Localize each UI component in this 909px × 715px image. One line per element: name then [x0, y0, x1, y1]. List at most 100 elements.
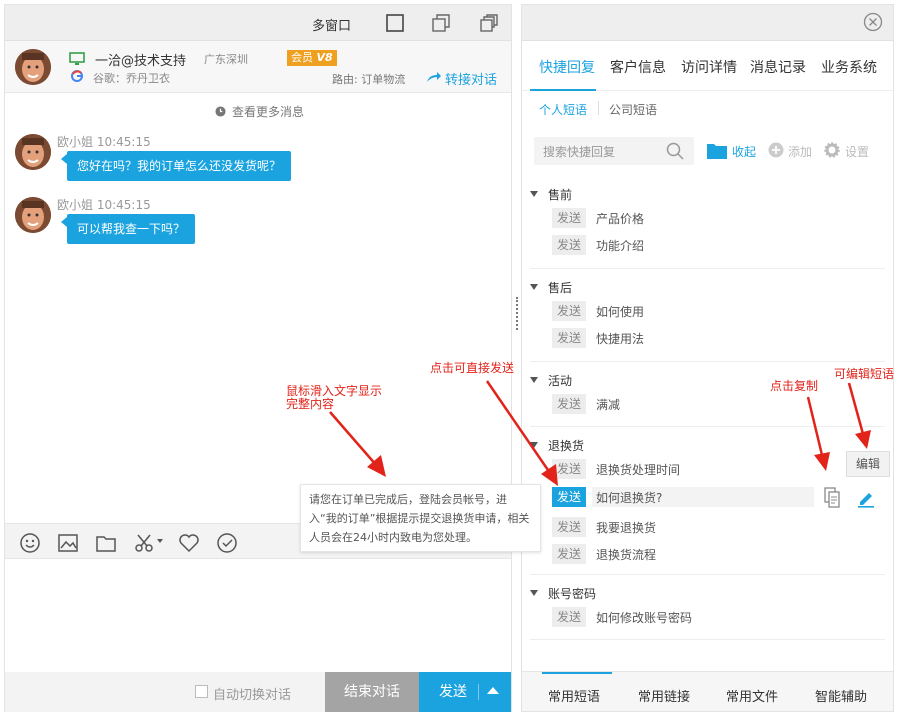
tab-quick-reply[interactable]: 快捷回复 [539, 57, 595, 77]
auto-switch-label: 自动切换对话 [213, 688, 292, 703]
folder-icon[interactable] [706, 142, 728, 160]
customer-avatar [15, 49, 51, 85]
annotation-click-copy: 点击复制 [770, 379, 819, 393]
send-button-label: 发送 [439, 684, 467, 700]
bottom-tab-phrases[interactable]: 常用短语 [548, 686, 600, 705]
customer-name: 一洽@技术支持 [95, 54, 187, 69]
send-reply-button[interactable]: 发送 [552, 235, 586, 255]
subtab-company[interactable]: 公司短语 [609, 101, 657, 118]
screenshot-icon[interactable] [133, 532, 155, 554]
send-reply-button[interactable]: 发送 [552, 394, 586, 414]
message-list: 查看更多消息 欧小姐 10:45:15 您好在吗？我的订单怎么还没发货呢？ 欧小… [5, 93, 511, 523]
reply-text[interactable]: 退换货处理时间 [596, 461, 680, 478]
send-reply-button[interactable]: 发送 [552, 487, 586, 507]
reply-group: 账号密码 发送 如何修改账号密码 [530, 580, 885, 640]
send-button[interactable]: 发送 [419, 672, 511, 712]
edit-tooltip: 编辑 [846, 451, 890, 477]
group-title-label: 退换货 [548, 439, 585, 453]
customer-source: 谷歌：乔丹卫衣 [93, 72, 170, 85]
screenshot-dropdown-icon[interactable] [157, 539, 163, 543]
message-sender: 欧小姐 [57, 135, 94, 149]
reply-text[interactable]: 如何退换货? [596, 489, 662, 506]
edit-icon[interactable] [856, 488, 876, 508]
bottom-tab-links[interactable]: 常用链接 [638, 686, 690, 705]
reply-text[interactable]: 如何使用 [596, 303, 644, 320]
group-title[interactable]: 售前 [530, 186, 572, 203]
view-more-label: 查看更多消息 [232, 105, 305, 119]
expand-icon [530, 284, 538, 290]
reply-text[interactable]: 满减 [596, 396, 620, 413]
reply-text[interactable]: 我要退换货 [596, 519, 656, 536]
expand-icon [530, 191, 538, 197]
google-icon [71, 70, 83, 82]
message-bubble: 可以帮我查一下吗？ [60, 214, 196, 244]
side-panel: 快捷回复 客户信息 访问详情 消息记录 业务系统 个人短语 公司短语 搜索快捷回… [521, 4, 894, 712]
emoji-icon[interactable] [19, 532, 41, 554]
group-title-label: 账号密码 [548, 587, 597, 601]
image-icon[interactable] [57, 532, 79, 554]
heart-icon[interactable] [178, 532, 200, 554]
transfer-button[interactable]: 转接对话 [445, 69, 497, 88]
message-input[interactable] [5, 559, 511, 671]
quick-reply-search[interactable]: 搜索快捷回复 [534, 137, 694, 165]
tab-customer-info[interactable]: 客户信息 [610, 57, 666, 77]
single-window-icon[interactable] [385, 13, 405, 33]
collapse-button[interactable]: 收起 [732, 143, 756, 160]
send-reply-button[interactable]: 发送 [552, 301, 586, 321]
group-title-label: 售前 [548, 188, 573, 202]
send-options-icon[interactable] [487, 687, 499, 694]
auto-switch-checkbox[interactable] [195, 685, 208, 698]
gear-icon[interactable] [824, 142, 840, 158]
desktop-icon [69, 52, 85, 65]
reply-text[interactable]: 如何修改账号密码 [596, 609, 692, 626]
bottom-tab-files[interactable]: 常用文件 [726, 686, 778, 705]
tab-visit-details[interactable]: 访问详情 [681, 57, 737, 77]
reply-item: 发送 退换货流程 [530, 544, 885, 566]
group-title[interactable]: 账号密码 [530, 585, 596, 602]
tab-message-history[interactable]: 消息记录 [750, 57, 806, 77]
side-panel-bar [522, 5, 893, 41]
subtab-personal[interactable]: 个人短语 [539, 101, 587, 118]
reply-preview-tooltip: 请您在订单已完成后，登陆会员帐号，进入“我的订单”根据提示提交退换货申请，相关人… [300, 484, 541, 552]
customer-header: 一洽@技术支持 广东深圳 会员 V8 谷歌：乔丹卫衣 路由: 订单物流 转接对话 [5, 41, 511, 93]
add-button[interactable]: 添加 [788, 143, 812, 160]
resize-handle[interactable] [516, 297, 518, 330]
multi-window-label[interactable]: 多窗口 [312, 15, 351, 34]
reply-text[interactable]: 快捷用法 [596, 330, 644, 347]
chat-footer: 自动切换对话 结束对话 发送 [5, 672, 511, 712]
bottom-tab-assist[interactable]: 智能辅助 [815, 686, 867, 705]
reply-item-hover: 发送 如何退换货? [530, 487, 885, 511]
reply-group: 活动 发送 满减 [530, 367, 885, 427]
send-reply-button[interactable]: 发送 [552, 208, 586, 228]
add-icon[interactable] [768, 142, 784, 158]
group-title[interactable]: 退换货 [530, 437, 584, 454]
group-title-label: 售后 [548, 281, 573, 295]
member-badge: 会员 V8 [287, 50, 337, 66]
view-more-messages[interactable]: 查看更多消息 [215, 103, 304, 120]
settings-button[interactable]: 设置 [845, 143, 869, 160]
send-reply-button[interactable]: 发送 [552, 328, 586, 348]
annotation-click-send: 点击可直接发送 [430, 361, 515, 375]
send-reply-button[interactable]: 发送 [552, 607, 586, 627]
expand-icon [530, 442, 538, 448]
route-info: 路由: 订单物流 [332, 73, 406, 86]
send-reply-button[interactable]: 发送 [552, 459, 586, 479]
search-icon[interactable] [666, 142, 684, 160]
tab-business-system[interactable]: 业务系统 [821, 57, 877, 77]
send-reply-button[interactable]: 发送 [552, 544, 586, 564]
group-title[interactable]: 活动 [530, 372, 572, 389]
reply-item: 发送 满减 [530, 394, 885, 416]
evaluation-icon[interactable] [216, 532, 238, 554]
send-reply-button[interactable]: 发送 [552, 517, 586, 537]
reply-text[interactable]: 退换货流程 [596, 546, 656, 563]
reply-text[interactable]: 功能介绍 [596, 237, 644, 254]
message-bubble: 您好在吗？我的订单怎么还没发货呢？ [60, 151, 292, 181]
folder-icon[interactable] [95, 532, 117, 554]
group-title[interactable]: 售后 [530, 279, 572, 296]
reply-text[interactable]: 产品价格 [596, 210, 644, 227]
split-window-icon[interactable] [431, 13, 451, 33]
multi-window-icon[interactable] [479, 13, 499, 33]
close-icon[interactable] [863, 12, 883, 32]
end-chat-button[interactable]: 结束对话 [325, 672, 419, 712]
copy-icon[interactable] [824, 487, 840, 509]
